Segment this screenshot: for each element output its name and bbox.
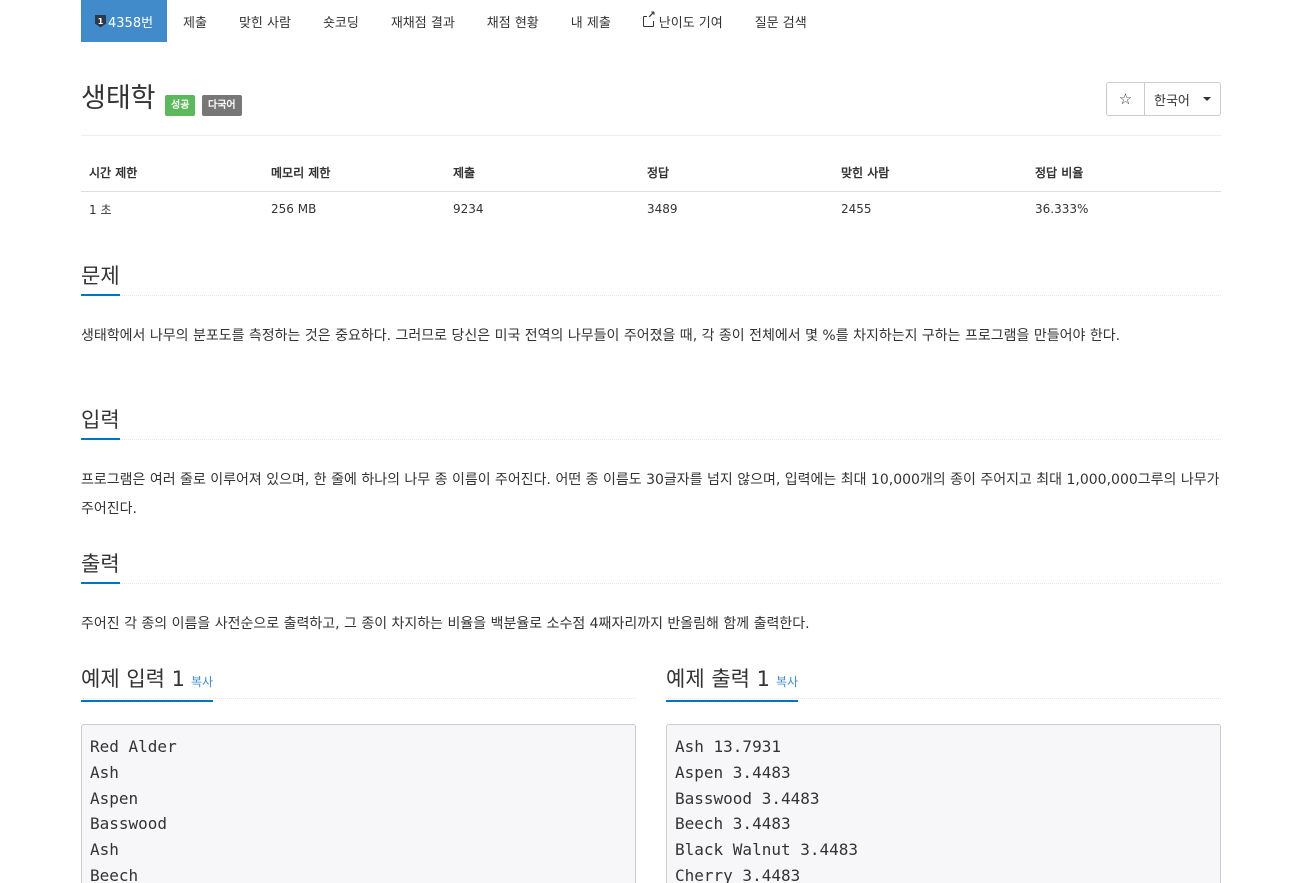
multilang-badge: 다국어 [202,95,242,116]
nav-my-submissions[interactable]: 내 제출 [555,0,627,42]
favorite-button[interactable]: ☆ [1106,82,1145,116]
value-submissions: 9234 [453,202,484,217]
output-section-header: 출력 [81,550,1221,584]
sample-input-line: Aspen [90,788,139,808]
problem-header: 생태학 성공 다국어 ☆ 한국어 [81,82,1221,136]
nav-question-search[interactable]: 질문 검색 [739,0,823,42]
input-heading: 입력 [81,406,120,440]
sample-output-line: Beech 3.4483 [675,814,791,834]
sample-output-line: Aspen 3.4483 [675,762,791,782]
sample-input-line: Ash [90,762,119,782]
description-text: 생태학에서 나무의 분포도를 측정하는 것은 중요하다. 그러므로 당신은 미국… [81,328,1121,344]
table-header-row: 시간 제한 메모리 제한 제출 정답 맞힌 사람 정답 비율 [81,155,1221,192]
problem-title: 생태학 [81,83,156,114]
tier-icon: 1 [95,14,106,28]
header-solvers: 맞힌 사람 [833,155,1027,192]
nav-solvers[interactable]: 맞힌 사람 [223,0,307,42]
sample-input-title: 예제 입력 1 [81,667,185,691]
sample-input-line: Ash [90,840,119,860]
success-badge: 성공 [165,95,196,116]
sample-output-title: 예제 출력 1 [666,667,770,691]
output-heading: 출력 [81,550,120,584]
nav-status[interactable]: 채점 현황 [471,0,555,42]
nav-submit[interactable]: 제출 [167,0,223,42]
value-solvers: 2455 [841,202,872,217]
language-label: 한국어 [1154,93,1190,109]
value-memory-limit: 256 MB [271,202,317,217]
problem-actions: ☆ 한국어 [1106,82,1221,116]
header-time-limit: 시간 제한 [81,155,263,192]
sample-input-line: Beech [90,865,139,883]
caret-down-icon [1202,97,1211,101]
description-section-header: 문제 [81,262,1221,296]
language-dropdown[interactable]: 한국어 [1145,82,1221,116]
sample-output-heading: 예제 출력 1 복사 [666,665,799,702]
input-text: 프로그램은 여러 줄로 이루어져 있으며, 한 줄에 하나의 나무 종 이름이 … [81,472,1220,517]
header-accepted: 정답 [639,155,833,192]
nav-problem-number[interactable]: 1 4358번 [81,0,168,42]
header-accept-ratio: 정답 비율 [1027,155,1221,192]
difficulty-contribute-label: 난이도 기여 [658,15,723,31]
nav-short-coding[interactable]: 숏코딩 [307,0,375,42]
sample-input-heading: 예제 입력 1 복사 [81,665,214,702]
sample-output-line: Basswood 3.4483 [675,788,820,808]
output-text: 주어진 각 종의 이름을 사전순으로 출력하고, 그 종이 차지하는 비율을 백… [81,616,810,632]
sample-output-line: Black Walnut 3.4483 [675,840,859,860]
sample-input-box[interactable]: Red Alder Ash Aspen Basswood Ash Beech [81,724,636,883]
input-section-header: 입력 [81,406,1221,440]
value-time-limit: 1 초 [89,202,112,217]
sample-input-line: Basswood [90,814,168,834]
header-submissions: 제출 [445,155,639,192]
problem-info-table: 시간 제한 메모리 제한 제출 정답 맞힌 사람 정답 비율 1 초 256 M… [81,155,1221,227]
star-icon: ☆ [1118,90,1133,108]
value-accept-ratio: 36.333% [1035,202,1089,217]
sample-output-header: 예제 출력 1 복사 [666,665,1221,702]
nav-rejudge-results[interactable]: 재채점 결과 [375,0,471,42]
sample-input-header: 예제 입력 1 복사 [81,665,636,702]
table-row: 1 초 256 MB 9234 3489 2455 36.333% [81,191,1221,227]
nav-difficulty-contribute[interactable]: 난이도 기여 [627,0,739,42]
sample-output-copy-link[interactable]: 복사 [776,675,798,689]
problem-nav: 1 4358번 제출 맞힌 사람 숏코딩 재채점 결과 채점 현황 내 제출 난… [81,0,823,42]
description-heading: 문제 [81,262,120,296]
sample-output-line: Cherry 3.4483 [675,865,801,883]
sample-input-line: Red Alder [90,737,177,756]
value-accepted: 3489 [647,202,678,217]
sample-output-line: Ash 13.7931 [675,737,781,756]
external-link-icon [642,11,656,27]
sample-input-copy-link[interactable]: 복사 [191,675,213,689]
sample-output-box[interactable]: Ash 13.7931 Aspen 3.4483 Basswood 3.4483… [666,724,1221,883]
header-memory-limit: 메모리 제한 [263,155,445,192]
problem-number-label: 4358번 [108,15,154,31]
